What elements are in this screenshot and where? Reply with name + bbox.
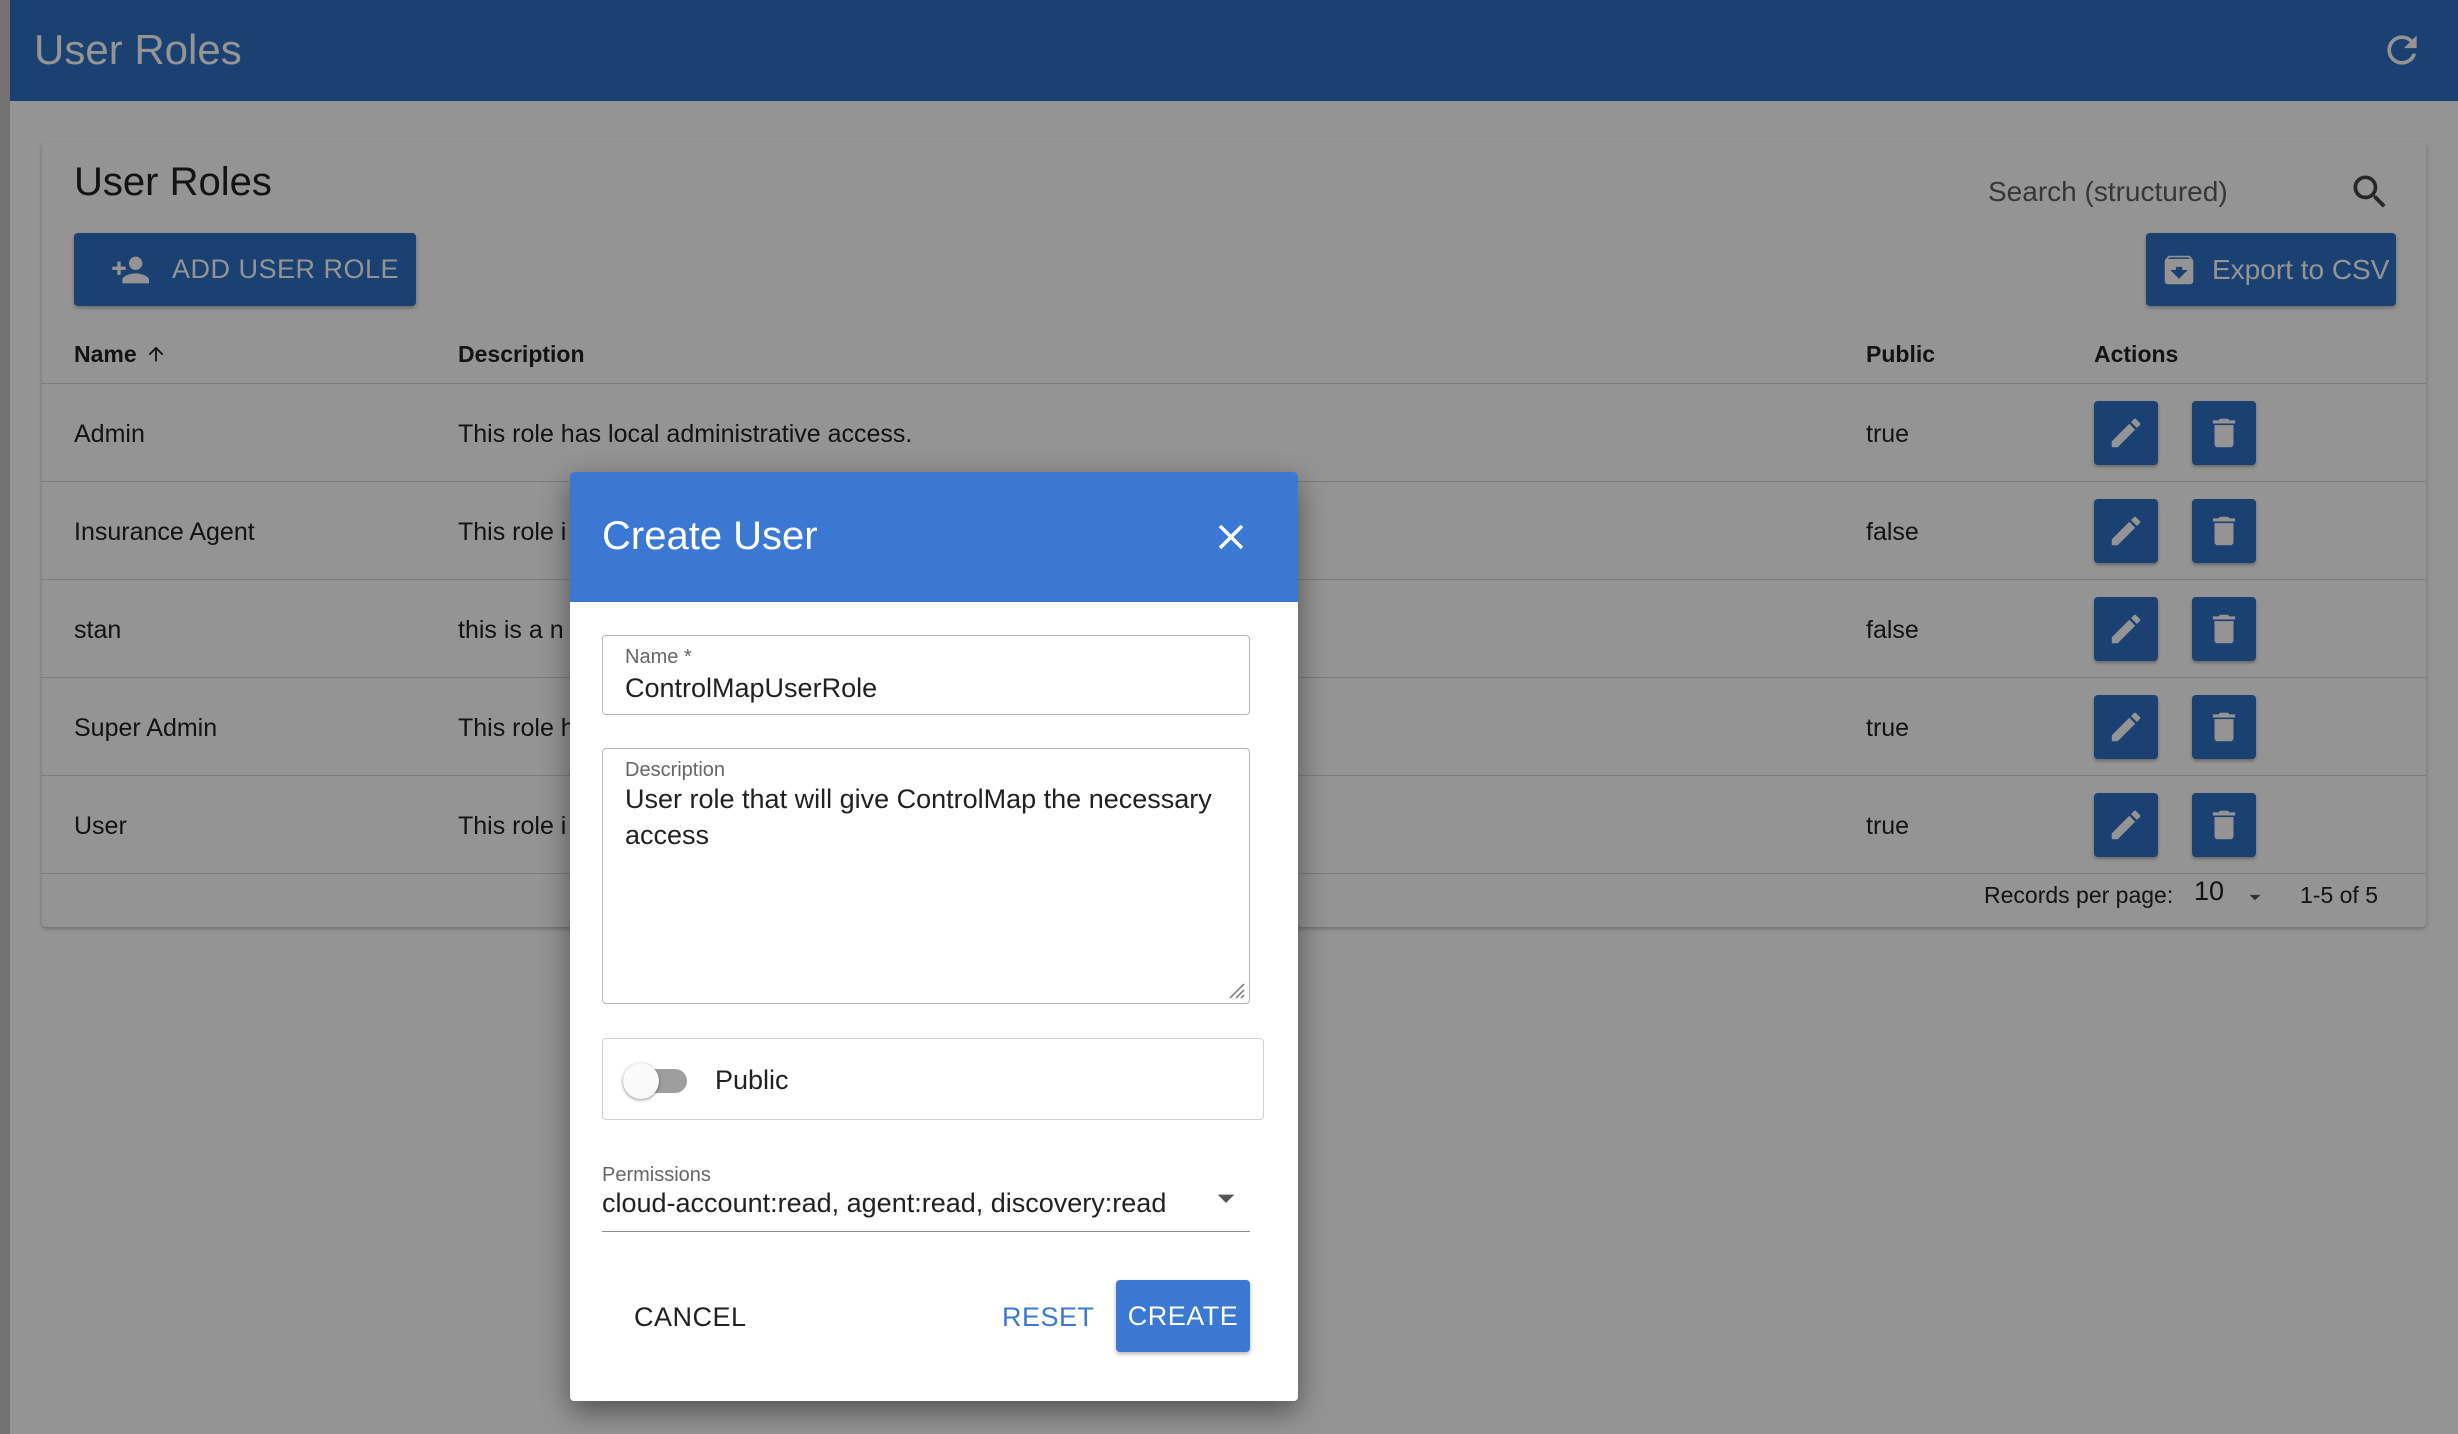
public-toggle-container: Public xyxy=(602,1038,1264,1120)
description-line: access xyxy=(625,820,710,850)
description-field[interactable]: Description User role that will give Con… xyxy=(602,748,1250,1004)
reset-button[interactable]: RESET xyxy=(1002,1302,1095,1333)
description-field-label: Description xyxy=(625,759,726,781)
dialog-header: Create User xyxy=(570,472,1298,602)
resize-grip-icon[interactable] xyxy=(1222,976,1246,1000)
dialog-title: Create User xyxy=(602,514,818,558)
cancel-button[interactable]: CANCEL xyxy=(634,1302,747,1333)
permissions-underline xyxy=(602,1231,1250,1232)
close-icon[interactable] xyxy=(1210,516,1252,558)
create-user-dialog: Create User Name * ControlMapUserRole De… xyxy=(570,472,1298,1401)
name-field[interactable]: Name * ControlMapUserRole xyxy=(602,635,1250,715)
description-line: User role that will give ControlMap the … xyxy=(625,784,1212,814)
name-field-label: Name * xyxy=(625,646,692,668)
description-field-value: User role that will give ControlMap the … xyxy=(625,781,1212,853)
name-field-value: ControlMapUserRole xyxy=(625,673,878,703)
public-toggle-switch[interactable] xyxy=(623,1063,659,1099)
permissions-label: Permissions xyxy=(602,1164,711,1186)
create-button[interactable]: CREATE xyxy=(1116,1280,1250,1352)
permissions-select[interactable]: cloud-account:read, agent:read, discover… xyxy=(602,1188,1166,1219)
chevron-down-icon[interactable] xyxy=(1206,1178,1246,1218)
public-toggle-label: Public xyxy=(715,1065,789,1095)
